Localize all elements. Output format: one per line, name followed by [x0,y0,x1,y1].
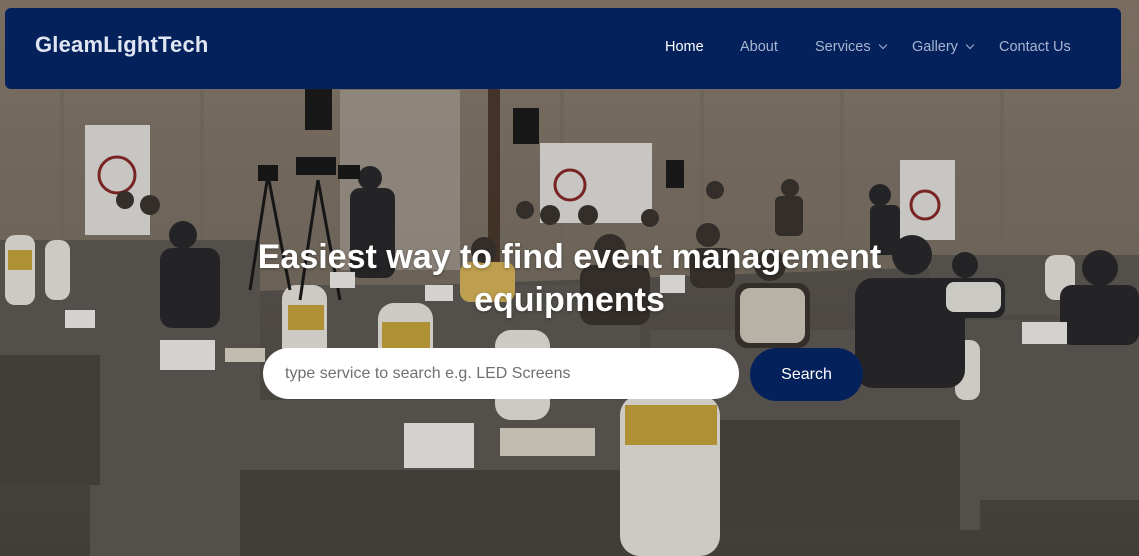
nav-item-about[interactable]: About [740,39,778,55]
nav-item-gallery-label: Gallery [912,39,958,55]
hero-headline-line-1: Easiest way to find event management [257,238,882,276]
top-navbar: GleamLightTech Home About Services Galle… [5,8,1121,89]
nav-item-contact-us[interactable]: Contact Us [999,39,1071,55]
nav-item-home[interactable]: Home [665,39,704,55]
nav-item-services[interactable]: Services [815,39,887,55]
hero-headline: Easiest way to find event management equ… [0,236,1139,322]
service-search-input[interactable] [263,348,739,399]
hero-headline-line-2: equipments [474,281,665,319]
chevron-down-icon [878,40,887,50]
nav-item-gallery[interactable]: Gallery [912,39,975,55]
hero-section: GleamLightTech Home About Services Galle… [0,0,1139,556]
brand-logo-text[interactable]: GleamLightTech [35,32,209,58]
search-button[interactable]: Search [750,348,863,401]
nav-item-services-label: Services [815,39,871,55]
chevron-down-icon [965,40,975,50]
